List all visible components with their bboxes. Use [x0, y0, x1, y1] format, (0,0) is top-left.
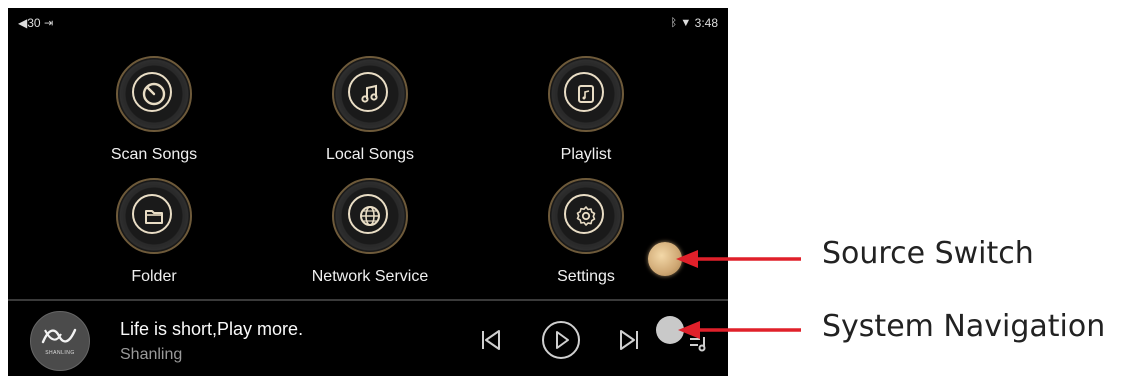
app-label: Folder: [131, 268, 177, 285]
app-label: Network Service: [311, 268, 429, 285]
output-icon: ⇥: [43, 17, 54, 30]
app-label: Playlist: [560, 146, 612, 163]
source-switch-arrow: [676, 250, 801, 268]
album-art[interactable]: SHANLING: [30, 311, 90, 371]
app-label: Settings: [557, 268, 615, 285]
volume-level: 30: [27, 15, 41, 30]
track-title: Life is short,Play more.: [120, 319, 304, 339]
app-label: Local Songs: [325, 146, 415, 163]
folder-icon: [116, 178, 192, 254]
previous-button[interactable]: [474, 323, 508, 357]
globe-icon: [332, 178, 408, 254]
app-label: Scan Songs: [110, 146, 198, 163]
app-network-service[interactable]: Network Service: [280, 178, 460, 286]
volume-icon: ◀: [18, 15, 28, 30]
play-icon: [542, 321, 580, 359]
status-bar: ◀30 ⇥ ᛒ ▼ 3:48: [8, 8, 728, 36]
music-note-icon: [332, 56, 408, 132]
source-switch-label: Source Switch: [822, 236, 1034, 271]
app-folder[interactable]: Folder: [64, 178, 244, 286]
bluetooth-icon: ᛒ: [670, 16, 678, 29]
status-left: ◀30 ⇥: [18, 15, 53, 30]
album-brand: SHANLING: [45, 350, 75, 356]
track-artist: Shanling: [120, 346, 183, 363]
device-screen: ◀30 ⇥ ᛒ ▼ 3:48 Scan Songs Local Songs Pl…: [8, 8, 728, 376]
shanling-logo-icon: [41, 328, 77, 344]
app-scan-songs[interactable]: Scan Songs: [64, 56, 244, 164]
mini-player[interactable]: SHANLING Life is short,Play more. Shanli…: [8, 301, 728, 376]
system-navigation-arrow: [678, 321, 801, 339]
scan-icon: [116, 56, 192, 132]
play-button[interactable]: [540, 319, 582, 361]
clock: 3:48: [694, 15, 718, 30]
next-icon: [620, 330, 638, 350]
previous-icon: [482, 330, 500, 350]
app-local-songs[interactable]: Local Songs: [280, 56, 460, 164]
next-button[interactable]: [612, 323, 646, 357]
playlist-icon: [548, 56, 624, 132]
app-playlist[interactable]: Playlist: [496, 56, 676, 164]
app-settings[interactable]: Settings: [496, 178, 676, 286]
wifi-icon: ▼: [680, 16, 692, 29]
status-right: ᛒ ▼ 3:48: [670, 15, 718, 30]
system-navigation-label: System Navigation: [822, 309, 1106, 344]
gear-icon: [548, 178, 624, 254]
